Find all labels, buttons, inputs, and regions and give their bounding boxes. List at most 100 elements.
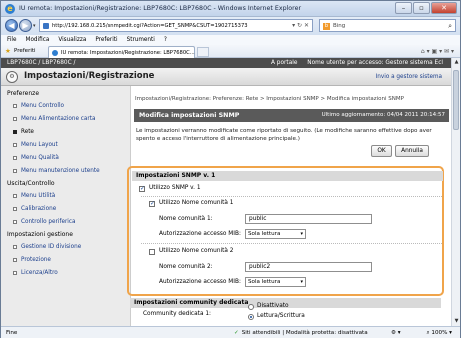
menu-favorites[interactable]: Preferiti bbox=[95, 35, 117, 45]
section-header-title: Modifica impostazioni SNMP bbox=[139, 112, 240, 119]
scroll-down-icon[interactable]: ▼ bbox=[452, 317, 461, 326]
favorites-bar: ★ Preferiti IU remota: Impostazioni/Regi… bbox=[1, 45, 460, 58]
cancel-button[interactable]: Annulla bbox=[395, 145, 429, 157]
community2-access-value: Sola lettura bbox=[248, 279, 281, 285]
community2-checkbox[interactable] bbox=[149, 249, 155, 255]
sidebar-item-menu-alimentazione[interactable]: Menu Alimentazione carta bbox=[13, 116, 95, 122]
tab-page-icon bbox=[52, 50, 58, 56]
portal-link[interactable]: A portale bbox=[271, 58, 297, 68]
search-placeholder[interactable]: Bing bbox=[333, 23, 345, 29]
favorites-star-icon[interactable]: ★ bbox=[5, 47, 11, 55]
sidebar-item-menu-manutenzione[interactable]: Menu manutenzione utente bbox=[13, 168, 100, 174]
sidebar-item-rete[interactable]: Rete bbox=[13, 129, 34, 135]
bullet-icon bbox=[13, 244, 17, 249]
sidebar-item-menu-controllo[interactable]: Menu Controllo bbox=[13, 103, 64, 109]
bullet-icon bbox=[13, 257, 17, 262]
section-header: Modifica impostazioni SNMP Ultimo aggior… bbox=[134, 109, 449, 122]
close-button[interactable]: ✕ bbox=[431, 2, 457, 14]
url-text[interactable]: http://192.168.0.215/snmpedit.cgi?Action… bbox=[52, 23, 248, 29]
menu-help[interactable]: ? bbox=[164, 35, 167, 45]
community2-access-select[interactable]: Sola lettura ▾ bbox=[245, 277, 306, 287]
sidebar-section-title: Impostazioni gestione bbox=[7, 231, 73, 238]
forward-button[interactable]: ▶ bbox=[19, 19, 32, 32]
back-button[interactable]: ◀ bbox=[5, 19, 18, 32]
sidebar-item-protezione[interactable]: Protezione bbox=[13, 257, 51, 263]
title-bar: e IU remota: Impostazioni/Registrazione:… bbox=[1, 1, 460, 17]
bullet-icon bbox=[13, 193, 17, 198]
community1-checkbox[interactable]: ✓ bbox=[149, 201, 155, 207]
dedicated-rw-label: Lettura/Scrittura bbox=[257, 313, 305, 319]
vertical-scrollbar[interactable]: ▲ ▼ bbox=[451, 58, 460, 326]
snmp-v1-checkbox[interactable]: ✓ bbox=[139, 186, 145, 192]
browser-tab[interactable]: IU remota: Impostazioni/Registrazione: L… bbox=[48, 46, 195, 58]
snmp-v1-section-title: Impostazioni SNMP v. 1 bbox=[132, 171, 443, 181]
status-text: Fine bbox=[6, 330, 18, 336]
menu-tools[interactable]: Strumenti bbox=[127, 35, 155, 45]
snmp-v1-label: Utilizzo SNMP v. 1 bbox=[149, 185, 201, 191]
search-icon[interactable]: ⌕ bbox=[448, 22, 452, 31]
status-bar: Fine ✓ Siti attendibili | Modalità protet… bbox=[1, 326, 460, 338]
sidebar-section-title: Preferenze bbox=[7, 90, 40, 97]
sidebar-item-menu-layout[interactable]: Menu Layout bbox=[13, 142, 58, 148]
menu-view[interactable]: Visualizza bbox=[58, 35, 86, 45]
snmp-v1-highlight: Impostazioni SNMP v. 1 ✓ Utilizzo SNMP v… bbox=[127, 166, 444, 296]
history-dropdown-icon[interactable]: ▾ bbox=[33, 23, 36, 29]
login-user: Nome utente per accesso: Gestore sistema… bbox=[307, 60, 443, 66]
zoom-control[interactable]: ⌕ 100% ▾ bbox=[426, 330, 452, 337]
info-note: Le impostazioni verranno modificate come… bbox=[136, 128, 432, 142]
sidebar-item-menu-utilita[interactable]: Menu Utilità bbox=[13, 193, 55, 199]
bullet-icon bbox=[13, 155, 17, 160]
community2-use-label: Utilizzo Nome comunità 2 bbox=[159, 248, 234, 254]
sidebar-item-label: Licenza/Altro bbox=[21, 270, 58, 276]
search-box[interactable]: b Bing ⌕ bbox=[319, 19, 456, 32]
sidebar-item-licenza[interactable]: Licenza/Altro bbox=[13, 270, 58, 276]
page-content: LBP7680C / LBP7680C / A portale Nome ute… bbox=[1, 58, 451, 326]
security-zone[interactable]: ✓ Siti attendibili | Modalità protetta: d… bbox=[234, 330, 368, 336]
status-tools-icons[interactable]: ⚙ ▾ bbox=[391, 330, 401, 336]
sidebar-item-menu-qualita[interactable]: Menu Qualità bbox=[13, 155, 59, 161]
menu-file[interactable]: File bbox=[7, 35, 17, 45]
maximize-button[interactable]: ▫ bbox=[413, 2, 430, 14]
address-row: ◀ ▶ ▾ http://192.168.0.215/snmpedit.cgi?… bbox=[1, 17, 460, 35]
divider bbox=[141, 196, 442, 197]
device-name: LBP7680C / LBP7680C / bbox=[7, 60, 76, 66]
scroll-thumb[interactable] bbox=[453, 70, 459, 130]
new-tab-button[interactable] bbox=[197, 47, 209, 57]
sidebar-item-controllo-periferica[interactable]: Controllo periferica bbox=[13, 219, 76, 225]
sidebar-item-calibrazione[interactable]: Calibrazione bbox=[13, 206, 56, 212]
favorites-button[interactable]: Preferiti bbox=[14, 48, 36, 54]
chevron-down-icon: ▾ bbox=[300, 279, 303, 285]
bullet-icon bbox=[13, 168, 17, 173]
dedicated-rw-radio[interactable] bbox=[248, 314, 254, 320]
community2-name-input[interactable]: public2 bbox=[245, 262, 372, 272]
window-title: IU remota: Impostazioni/Registrazione: L… bbox=[19, 5, 302, 12]
address-bar[interactable]: http://192.168.0.215/snmpedit.cgi?Action… bbox=[39, 19, 313, 32]
menu-bar: File Modifica Visualizza Preferiti Strum… bbox=[1, 35, 460, 45]
minimize-button[interactable]: – bbox=[395, 2, 412, 14]
check-icon: ✓ bbox=[234, 330, 239, 336]
community2-name-label: Nome comunità 2: bbox=[159, 264, 213, 270]
sidebar-item-label: Controllo periferica bbox=[21, 219, 76, 225]
tab-label: IU remota: Impostazioni/Registrazione: L… bbox=[61, 50, 195, 56]
sidebar-item-label: Menu Qualità bbox=[21, 155, 59, 161]
scroll-up-icon[interactable]: ▲ bbox=[452, 58, 461, 67]
community1-access-label: Autorizzazione accesso MIB: bbox=[159, 231, 241, 237]
sidebar-item-label: Menu Utilità bbox=[21, 193, 56, 199]
menu-edit[interactable]: Modifica bbox=[26, 35, 50, 45]
divider bbox=[141, 243, 442, 244]
dedicated-label: Community dedicata 1: bbox=[143, 311, 211, 317]
community1-name-input[interactable]: public bbox=[245, 214, 372, 224]
security-zone-text: Siti attendibili | Modalità protetta: di… bbox=[241, 330, 368, 336]
mail-admin-link[interactable]: Invio a gestore sistema bbox=[376, 74, 442, 80]
bullet-icon bbox=[13, 270, 17, 275]
dedicated-off-label: Disattivato bbox=[257, 303, 289, 309]
community1-access-select[interactable]: Sola lettura ▾ bbox=[245, 229, 306, 239]
command-bar-icons[interactable]: ⌂ ▾ ▣ ▾ ✉ ▾ bbox=[421, 48, 454, 55]
sidebar-item-label: Calibrazione bbox=[21, 206, 57, 212]
sidebar-item-label: Menu Alimentazione carta bbox=[21, 116, 96, 122]
sidebar-item-label: Menu Controllo bbox=[21, 103, 65, 109]
dedicated-off-radio[interactable] bbox=[248, 304, 254, 310]
sidebar-item-gestione-id[interactable]: Gestione ID divisione bbox=[13, 244, 81, 250]
refresh-stop-icons[interactable]: ▾ ↻ ✕ bbox=[292, 22, 309, 29]
ok-button[interactable]: OK bbox=[371, 145, 392, 157]
